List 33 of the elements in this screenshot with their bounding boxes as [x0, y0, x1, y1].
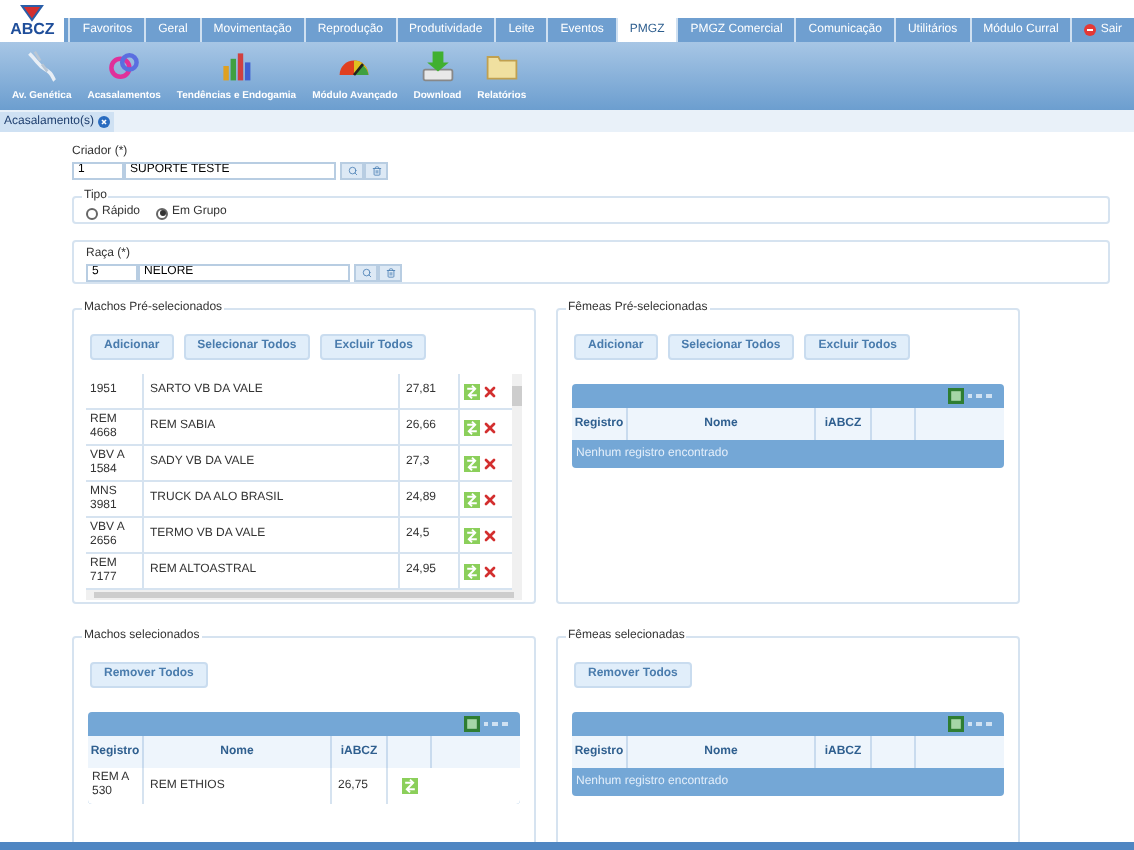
remove-icon[interactable] — [482, 419, 498, 435]
search-icon — [347, 166, 357, 176]
radio-button[interactable] — [156, 207, 169, 219]
search-icon — [361, 268, 371, 278]
mating-icon — [106, 48, 143, 84]
trash-icon — [385, 268, 395, 278]
search-button[interactable] — [340, 162, 364, 180]
grid-controls-icon[interactable] — [968, 392, 996, 400]
remove-icon[interactable] — [482, 527, 498, 543]
trash-icon — [371, 166, 381, 176]
remove-icon[interactable] — [482, 383, 498, 399]
delete-button[interactable] — [378, 264, 402, 282]
grid-controls-icon[interactable] — [484, 720, 512, 728]
spreadsheet-icon[interactable] — [464, 716, 480, 732]
exit-icon — [1084, 24, 1097, 36]
horizontal-scrollbar[interactable] — [86, 590, 522, 600]
search-button[interactable] — [354, 264, 378, 282]
swap-icon[interactable] — [402, 778, 418, 794]
remove-icon[interactable] — [482, 491, 498, 507]
helix-icon — [23, 48, 60, 84]
spreadsheet-icon[interactable] — [948, 388, 964, 404]
close-icon[interactable] — [98, 116, 111, 128]
vertical-scrollbar[interactable] — [512, 374, 522, 590]
remove-icon[interactable] — [482, 455, 498, 471]
grid-controls-icon[interactable] — [968, 720, 996, 728]
spreadsheet-icon[interactable] — [948, 716, 964, 732]
logo-icon — [20, 4, 45, 22]
radio-button[interactable] — [86, 207, 98, 219]
logo-text: ABCZ — [10, 22, 55, 38]
remove-icon[interactable] — [482, 563, 498, 579]
delete-button[interactable] — [364, 162, 388, 180]
download-icon — [419, 48, 456, 84]
bar-chart-icon — [218, 48, 255, 84]
